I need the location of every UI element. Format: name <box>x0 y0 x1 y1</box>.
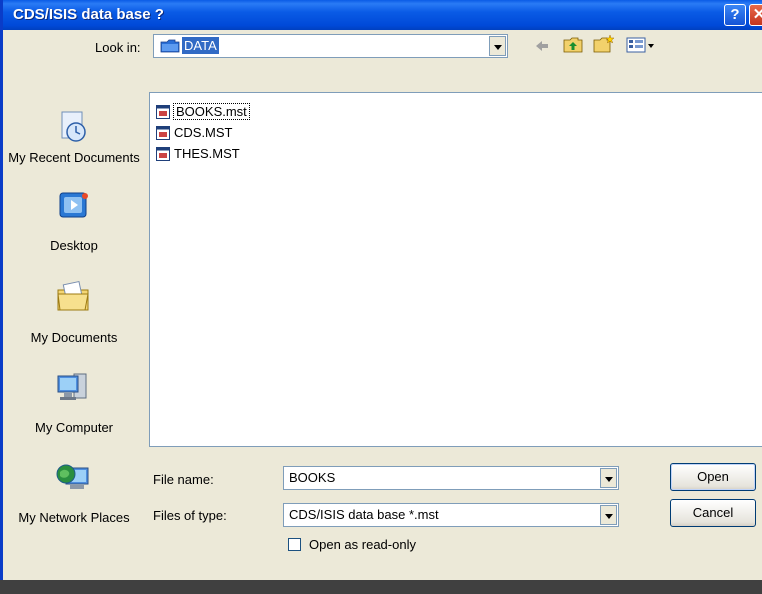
title-bar[interactable]: CDS/ISIS data base ? ? ✕ <box>3 0 762 30</box>
file-name-label: File name: <box>153 472 214 487</box>
network-places-icon <box>56 460 90 494</box>
file-open-dialog: CDS/ISIS data base ? ? ✕ Look in: DATA <box>0 0 762 580</box>
file-type-label: Files of type: <box>153 508 227 523</box>
help-button[interactable]: ? <box>724 4 746 26</box>
file-type-select[interactable]: CDS/ISIS data base *.mst <box>283 503 619 527</box>
database-file-icon <box>156 105 170 119</box>
file-name-dropdown-arrow[interactable] <box>600 468 617 488</box>
view-menu-icon[interactable] <box>626 36 656 54</box>
up-one-level-icon[interactable] <box>563 36 583 54</box>
file-name-input[interactable]: BOOKS <box>283 466 619 490</box>
my-documents-icon <box>56 280 90 314</box>
place-my-documents[interactable]: My Documents <box>3 270 145 354</box>
recent-documents-icon <box>56 110 90 144</box>
file-list[interactable]: BOOKS.mst CDS.MST THES.MST <box>149 92 762 447</box>
open-button[interactable]: Open <box>670 463 756 491</box>
file-type-dropdown-arrow[interactable] <box>600 505 617 525</box>
my-computer-icon <box>56 370 90 404</box>
read-only-checkbox[interactable] <box>288 538 301 551</box>
look-in-label: Look in: <box>95 40 141 55</box>
cancel-button[interactable]: Cancel <box>670 499 756 527</box>
place-recent-documents[interactable]: My Recent Documents <box>3 102 145 186</box>
file-name-label: CDS.MST <box>174 125 233 140</box>
database-file-icon <box>156 126 170 140</box>
place-label-my-computer: My Computer <box>34 420 114 435</box>
place-label-network: My Network Places <box>18 510 130 525</box>
look-in-select[interactable]: DATA <box>153 34 508 58</box>
file-name-label: THES.MST <box>174 146 240 161</box>
look-in-value: DATA <box>182 37 219 54</box>
place-desktop[interactable]: Desktop <box>3 186 145 260</box>
database-file-icon <box>156 147 170 161</box>
back-arrow-icon[interactable] <box>534 38 550 54</box>
file-name-value: BOOKS <box>289 470 336 485</box>
place-label-desktop: Desktop <box>50 238 98 253</box>
place-label-recent: My Recent Documents <box>8 150 140 165</box>
dialog-title: CDS/ISIS data base ? <box>13 6 164 23</box>
places-bar: My Recent Documents Desktop My Documents… <box>3 84 145 574</box>
folder-icon <box>160 39 180 53</box>
place-label-my-documents: My Documents <box>30 330 118 345</box>
desktop-icon <box>56 190 90 224</box>
close-button[interactable]: ✕ <box>749 4 762 26</box>
file-type-value: CDS/ISIS data base *.mst <box>289 507 439 522</box>
new-folder-icon[interactable] <box>593 34 615 54</box>
file-name-label: BOOKS.mst <box>173 103 250 120</box>
place-network[interactable]: My Network Places <box>3 454 145 554</box>
place-my-computer[interactable]: My Computer <box>3 362 145 446</box>
read-only-label: Open as read-only <box>309 537 416 552</box>
look-in-dropdown-arrow[interactable] <box>489 36 506 56</box>
